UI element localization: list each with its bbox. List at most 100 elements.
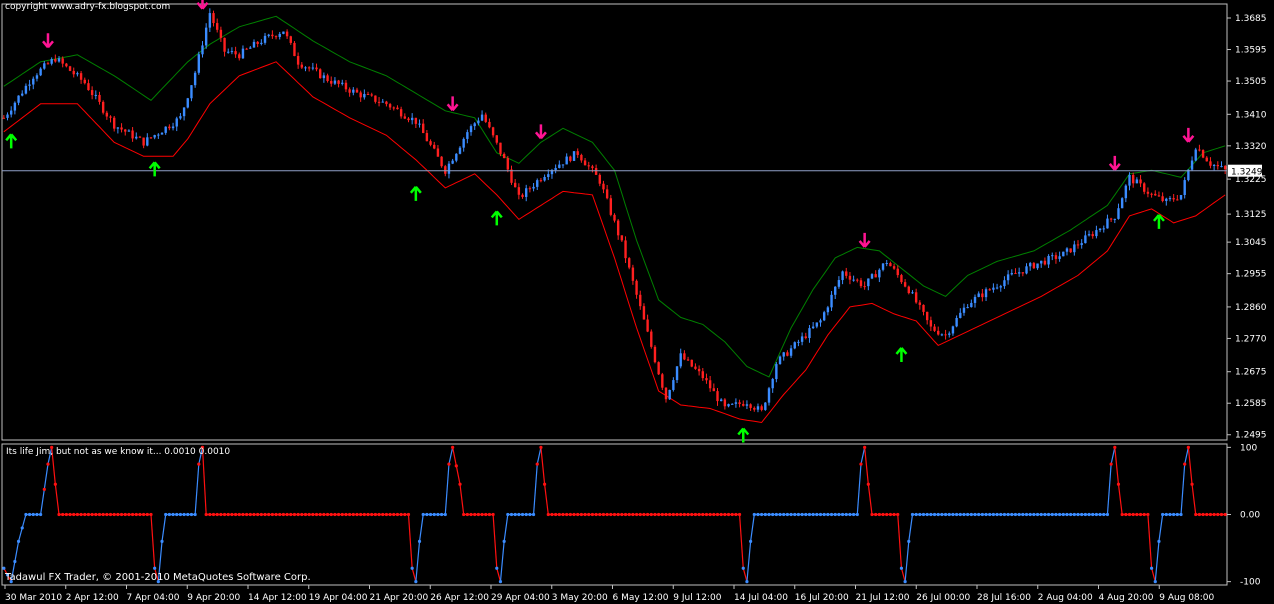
oscillator-dot — [211, 512, 216, 517]
oscillator-dot — [469, 512, 473, 517]
oscillator-dot — [491, 512, 495, 517]
candle-body — [525, 188, 528, 197]
candle-body — [399, 109, 403, 117]
candle-body — [182, 107, 186, 117]
candle-body — [914, 292, 918, 303]
main-price-axis: 1.3685 1.3595 1.3505 1.3410 1.3320 1.3225 1.31… — [1227, 14, 1267, 441]
oscillator-dot — [1124, 512, 1128, 517]
oscillator-dot — [370, 512, 374, 517]
oscillator-dot — [796, 512, 801, 517]
oscillator-dot — [988, 512, 992, 517]
candle-body — [337, 80, 340, 84]
oscillator-dot — [598, 512, 602, 517]
oscillator-dot — [112, 512, 116, 517]
buy-arrow-icon — [5, 133, 18, 149]
oscillator-dot — [417, 539, 422, 543]
candle-body — [223, 37, 226, 52]
candle-body — [109, 116, 112, 118]
oscillator-dot — [583, 512, 587, 517]
oscillator-dot — [962, 512, 966, 517]
oscillator-dot — [498, 580, 503, 584]
candle-body — [1003, 280, 1006, 287]
candle-body — [731, 403, 734, 405]
oscillator-dot — [807, 512, 812, 517]
oscillator-dot — [42, 487, 46, 491]
candle-body — [624, 240, 627, 259]
candle-body — [804, 336, 807, 339]
oscillator-dot — [414, 580, 418, 584]
candle-body — [988, 289, 991, 291]
candle-body — [94, 94, 98, 96]
sell-arrow-icon — [1108, 155, 1121, 171]
oscillator-dot — [138, 512, 142, 517]
candle-body — [1124, 185, 1128, 199]
oscillator-dot — [263, 512, 267, 517]
oscillator-dot — [83, 512, 87, 517]
oscillator-segment — [54, 484, 60, 515]
oscillator-dot — [653, 512, 657, 517]
candle-body — [344, 82, 348, 90]
candle-body — [216, 23, 219, 30]
oscillator-dot — [329, 512, 333, 517]
candle-body — [289, 36, 292, 43]
oscillator-dot — [1054, 512, 1058, 517]
candle-body — [852, 279, 855, 281]
candle-body — [473, 123, 476, 127]
candle-body — [1006, 274, 1010, 281]
candle-body — [683, 353, 686, 360]
time-tick-label: 19 Apr 04:00 — [309, 593, 368, 603]
oscillator-dot — [999, 512, 1003, 517]
candle-body — [613, 214, 616, 221]
oscillator-dot — [325, 512, 330, 517]
oscillator-dot — [594, 512, 598, 517]
oscillator-dot — [193, 512, 197, 517]
oscillator-dot — [1098, 512, 1102, 517]
oscillator-segment — [1106, 464, 1112, 515]
oscillator-dot — [664, 512, 668, 517]
candle-body — [616, 220, 620, 236]
oscillator-dot — [149, 512, 153, 517]
current-price-line: 1.3249 — [2, 164, 1263, 178]
candle-body — [260, 42, 263, 44]
candle-body — [900, 275, 903, 283]
candle-body — [657, 362, 660, 375]
candle-body — [650, 331, 653, 347]
oscillator-dot — [550, 512, 554, 517]
candle-body — [403, 116, 407, 119]
oscillator-dot — [531, 512, 536, 517]
oscillator-dot — [697, 512, 701, 517]
candle-body — [1106, 218, 1109, 229]
candle-body — [690, 359, 693, 367]
candle-body — [83, 79, 86, 84]
candle-body — [447, 163, 451, 174]
oscillator-dot — [590, 512, 595, 517]
candle-body — [28, 84, 31, 86]
oscillator-dot — [646, 512, 650, 517]
candle-body — [1047, 255, 1050, 265]
candle-body — [767, 388, 771, 403]
oscillator-segment — [867, 484, 873, 515]
candle-body — [238, 54, 241, 59]
oscillator-dot — [473, 512, 477, 517]
oscillator-dot — [79, 512, 83, 517]
candle-body — [547, 174, 550, 178]
indicator-title: Its life Jim, but not as we know it... 0… — [6, 447, 231, 457]
price-tick-label: 1.3225 — [1235, 175, 1267, 185]
oscillator-dot — [230, 512, 234, 517]
candle-body — [1102, 228, 1105, 230]
oscillator-dot — [388, 512, 392, 517]
oscillator-dot — [314, 512, 319, 517]
oscillator-dot — [322, 512, 326, 517]
oscillator-dot — [561, 512, 565, 517]
oscillator-dot — [392, 512, 396, 517]
candle-body — [1091, 234, 1094, 237]
candle-body — [422, 123, 425, 134]
price-chart-svg[interactable]: 1.3249 1.36851.35951.35051.34101.33201.3… — [0, 0, 1274, 604]
candle-body — [1157, 195, 1161, 197]
candle-body — [87, 83, 90, 91]
candle-body — [230, 51, 234, 53]
candle-body — [366, 93, 370, 95]
candle-body — [322, 75, 326, 79]
oscillator-dot — [925, 512, 929, 517]
time-axis: 30 Mar 2010 2 Apr 12:00 7 Apr 04:00 9 Apr 2… — [4, 585, 1214, 603]
